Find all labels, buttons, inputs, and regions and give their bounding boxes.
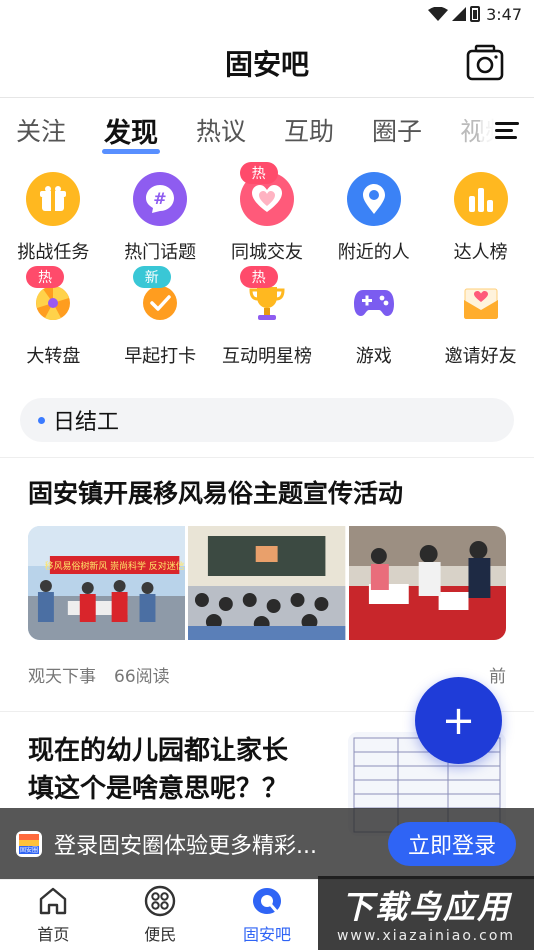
grid-item-games[interactable]: 游戏 bbox=[320, 270, 427, 374]
grid-item-leaderboard[interactable]: 达人榜 bbox=[427, 166, 534, 270]
envelope-icon bbox=[454, 276, 508, 330]
hashtag-icon: # bbox=[133, 172, 188, 226]
grid-item-topics[interactable]: # 热门话题 bbox=[107, 166, 214, 270]
post-reads: 66阅读 bbox=[114, 667, 170, 687]
page-title: 固安吧 bbox=[224, 47, 309, 81]
chat-bubble-icon bbox=[252, 888, 281, 914]
nav-label: 首页 bbox=[37, 925, 70, 944]
grid-label: 游戏 bbox=[355, 346, 392, 367]
tag-label: 日结工 bbox=[53, 410, 120, 435]
gamepad-icon bbox=[347, 276, 401, 330]
tag-pill-daily-work[interactable]: 日结工 bbox=[20, 398, 514, 442]
grid-item-invite[interactable]: 邀请好友 bbox=[427, 270, 534, 374]
post-title[interactable]: 现在的幼儿园都让家长填这个是啥意思呢？？ bbox=[28, 732, 298, 808]
post-photos: 移风易俗树新风 崇尚科学 反对迷信 bbox=[28, 526, 506, 640]
grid-item-dating[interactable]: 热 同城交友 bbox=[214, 162, 321, 270]
post-photo[interactable]: 移风易俗树新风 崇尚科学 反对迷信 bbox=[28, 526, 186, 640]
hot-badge: 热 bbox=[239, 266, 278, 288]
post-photo[interactable] bbox=[348, 526, 506, 640]
category-tabs: 关注 发现 热议 互助 圈子 视频 bbox=[0, 98, 534, 162]
grid-item-challenge[interactable]: 挑战任务 bbox=[0, 166, 107, 270]
tab-hot-discussion[interactable]: 热议 bbox=[196, 112, 246, 148]
login-prompt-text: 登录固安圈体验更多精彩... bbox=[54, 833, 317, 859]
nav-label: 固安吧 bbox=[242, 925, 291, 944]
battery-icon bbox=[470, 6, 481, 22]
grid-label: 早起打卡 bbox=[124, 346, 197, 367]
grid-item-star-board[interactable]: 热 互动明星榜 bbox=[214, 266, 321, 374]
menu-lines-icon bbox=[495, 118, 519, 143]
divider bbox=[0, 442, 534, 458]
nav-label: 便民 bbox=[144, 925, 177, 944]
title-bar: 固安吧 bbox=[0, 28, 534, 98]
app-logo-text: 固安圈 bbox=[20, 846, 38, 854]
grid-label: 大转盘 bbox=[26, 346, 81, 367]
tab-discover[interactable]: 发现 bbox=[102, 111, 161, 154]
svg-text:#: # bbox=[153, 189, 166, 208]
grid-item-nearby[interactable]: 附近的人 bbox=[320, 166, 427, 270]
status-bar: 3:47 bbox=[0, 0, 534, 28]
new-badge: 新 bbox=[132, 266, 171, 288]
watermark-url: www.xiazainiao.com bbox=[336, 928, 516, 944]
bar-chart-icon bbox=[453, 172, 508, 226]
gift-icon bbox=[26, 172, 81, 226]
post-photo[interactable] bbox=[188, 526, 346, 640]
feed-post[interactable]: 固安镇开展移风易俗主题宣传活动 移风易俗树新风 崇尚科学 反对迷信 观天下事 6… bbox=[0, 458, 534, 687]
nav-item-services[interactable]: 便民 bbox=[107, 880, 214, 950]
grid-item-wheel[interactable]: 热 大转盘 bbox=[0, 266, 107, 374]
post-source[interactable]: 观天下事 bbox=[28, 662, 96, 687]
hot-badge: 热 bbox=[26, 266, 64, 288]
cell-signal-icon bbox=[452, 7, 467, 21]
camera-icon[interactable] bbox=[466, 44, 504, 82]
tab-mutual-help[interactable]: 互助 bbox=[284, 112, 334, 148]
hot-badge: 热 bbox=[239, 162, 278, 184]
grid-label: 达人榜 bbox=[453, 242, 508, 263]
grid-label: 互动明星榜 bbox=[221, 346, 312, 367]
location-pin-icon bbox=[346, 172, 401, 226]
watermark: 下载鸟应用 www.xiazainiao.com bbox=[318, 876, 534, 950]
grid-label: 热门话题 bbox=[124, 242, 197, 263]
tab-follow[interactable]: 关注 bbox=[16, 112, 66, 148]
grid-label: 邀请好友 bbox=[444, 346, 517, 367]
tag-dot bbox=[38, 416, 45, 424]
banner-text: 移风易俗树新风 崇尚科学 反对迷信 bbox=[45, 560, 185, 572]
create-post-button[interactable]: + bbox=[415, 677, 502, 764]
grid-label: 同城交友 bbox=[230, 242, 303, 263]
feature-grid: 挑战任务 # 热门话题 热 同城交友 附近的人 达人榜 热 大转盘 新 早起打卡… bbox=[0, 162, 534, 374]
grid-label: 挑战任务 bbox=[17, 242, 90, 263]
nav-item-home[interactable]: 首页 bbox=[0, 880, 107, 950]
nav-item-guan-ba[interactable]: 固安吧 bbox=[214, 880, 321, 950]
grid-item-checkin[interactable]: 新 早起打卡 bbox=[107, 266, 214, 374]
watermark-title: 下载鸟应用 bbox=[340, 888, 511, 926]
tab-circles[interactable]: 圈子 bbox=[372, 112, 422, 148]
status-time: 3:47 bbox=[486, 4, 522, 24]
login-banner: 固安圈 登录固安圈体验更多精彩... 立即登录 bbox=[0, 808, 534, 879]
login-button[interactable]: 立即登录 bbox=[388, 821, 516, 866]
post-time: 前 bbox=[489, 667, 506, 687]
grid-label: 附近的人 bbox=[337, 242, 410, 263]
tab-menu-button[interactable] bbox=[480, 98, 534, 162]
post-title[interactable]: 固安镇开展移风易俗主题宣传活动 bbox=[28, 476, 506, 512]
signal-indicators bbox=[428, 6, 481, 22]
wifi-icon bbox=[428, 7, 449, 21]
app-logo-icon: 固安圈 bbox=[16, 830, 42, 857]
home-icon bbox=[40, 887, 67, 915]
grid-apps-icon bbox=[144, 885, 176, 917]
